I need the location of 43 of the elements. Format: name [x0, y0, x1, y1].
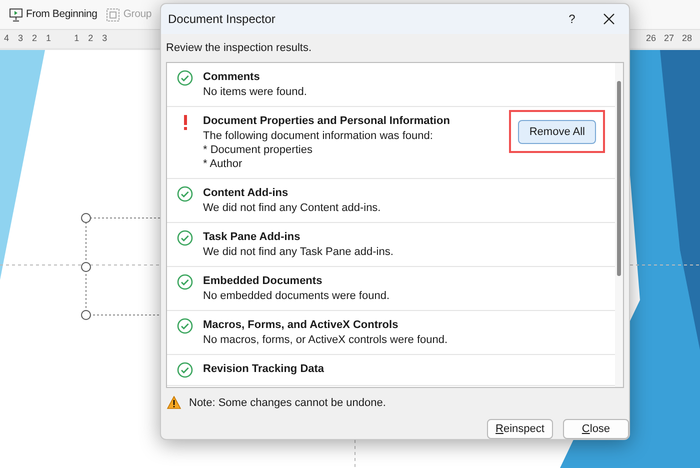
- close-button[interactable]: Close: [563, 419, 629, 439]
- result-text: * Author: [203, 156, 244, 170]
- result-title: Comments: [203, 70, 261, 84]
- ruler-number: 28: [682, 32, 692, 46]
- toolbar-button[interactable]: From Beginning: [9, 6, 98, 22]
- check-circle-icon: [177, 70, 193, 86]
- presentation-icon: [9, 8, 23, 22]
- ruler-number: 26: [646, 32, 656, 46]
- result-title: Task Pane Add-ins: [203, 230, 302, 244]
- check-circle-icon: [177, 186, 193, 202]
- result-text: We did not find any Content add-ins.: [203, 200, 382, 214]
- reinspect-button[interactable]: Reinspect: [487, 419, 553, 439]
- result-text: The following document information was found:: [203, 128, 434, 142]
- note-text: Note: Some changes cannot be undone.: [189, 396, 386, 410]
- result-text: No embedded documents were found.: [203, 288, 391, 302]
- result-title: Embedded Documents: [203, 274, 324, 288]
- group-icon: [106, 8, 120, 22]
- result-text: No items were found.: [203, 84, 308, 98]
- window-title: Document Inspector: [168, 11, 276, 28]
- intro-text: Review the inspection results.: [165, 41, 313, 56]
- ruler-number: 4: [4, 32, 10, 46]
- ruler-number: 1: [74, 32, 80, 46]
- warning-icon: [167, 396, 181, 410]
- remove-all-button[interactable]: Remove All: [518, 120, 596, 144]
- exclamation-icon: [184, 114, 186, 130]
- result-title: Revision Tracking Data: [203, 362, 326, 376]
- check-circle-icon: [177, 274, 193, 290]
- result-title: Macros, Forms, and ActiveX Controls: [203, 318, 400, 332]
- result-text: We did not find any Task Pane add-ins.: [203, 244, 394, 258]
- ruler-number: 3: [102, 32, 108, 46]
- result-text: No macros, forms, or ActiveX controls were found.: [203, 332, 449, 346]
- ruler-number: 2: [88, 32, 94, 46]
- check-circle-icon: [177, 230, 193, 246]
- ruler-number: 27: [664, 32, 674, 46]
- check-circle-icon: [177, 362, 193, 378]
- ruler-number: 1: [46, 32, 52, 46]
- result-title: Content Add-ins: [203, 186, 290, 200]
- check-circle-icon: [177, 318, 193, 334]
- ruler-number: 3: [18, 32, 24, 46]
- result-title: Document Properties and Personal Information: [203, 114, 451, 128]
- help-button[interactable]: ?: [555, 4, 589, 34]
- result-text: * Document properties: [203, 142, 314, 156]
- ruler-number: 2: [32, 32, 38, 46]
